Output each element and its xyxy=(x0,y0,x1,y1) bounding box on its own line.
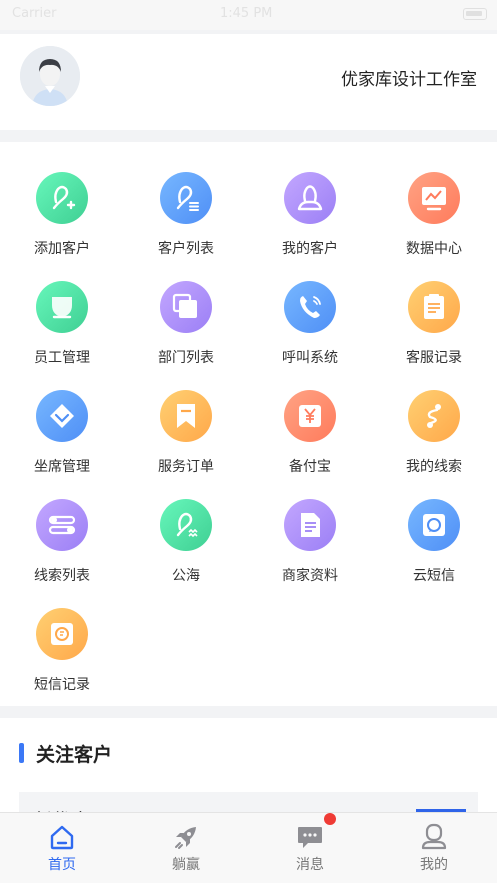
menu-item[interactable]: 部门列表 xyxy=(124,281,248,390)
chat-icon xyxy=(298,827,322,848)
menu-item[interactable]: 公海 xyxy=(124,499,248,608)
tab-messages[interactable]: 消息 xyxy=(248,813,372,883)
copy-icon xyxy=(160,281,212,333)
tab-label: 消息 xyxy=(296,857,324,873)
menu-item[interactable]: 客服记录 xyxy=(372,281,496,390)
switch-icon xyxy=(36,499,88,551)
menu-item[interactable]: 客户列表 xyxy=(124,172,248,281)
menu-item[interactable]: 呼叫系统 xyxy=(248,281,372,390)
customer-list-icon xyxy=(160,172,212,224)
menu-item-label: 服务订单 xyxy=(158,459,214,475)
menu-item-label: 短信记录 xyxy=(34,677,90,693)
menu-item-label: 线索列表 xyxy=(34,568,90,584)
battery-icon xyxy=(463,8,487,20)
studio-name: 优家库设计工作室 xyxy=(341,70,477,90)
status-bar: Carrier 1:45 PM xyxy=(0,0,497,30)
message-icon xyxy=(408,499,460,551)
tab-label: 我的 xyxy=(420,857,448,873)
document-icon xyxy=(284,499,336,551)
menu-item-label: 客服记录 xyxy=(406,350,462,366)
tab-home[interactable]: 首页 xyxy=(0,813,124,883)
menu-item-label: 数据中心 xyxy=(406,241,462,257)
yen-icon xyxy=(284,390,336,442)
bookmark-icon xyxy=(160,390,212,442)
shield-icon xyxy=(36,281,88,333)
avatar[interactable] xyxy=(20,46,80,106)
menu-item-label: 我的客户 xyxy=(282,241,338,257)
menu-item[interactable]: 坐席管理 xyxy=(0,390,124,499)
menu-item[interactable]: 服务订单 xyxy=(124,390,248,499)
section-accent-bar xyxy=(19,743,24,763)
follow-customers-section: 关注客户 任优声 15000722256 xyxy=(0,718,497,832)
carrier-label: Carrier xyxy=(12,6,57,21)
status-time: 1:45 PM xyxy=(220,6,273,21)
menu-item-label: 云短信 xyxy=(413,568,455,584)
section-title: 关注客户 xyxy=(36,744,113,766)
my-customer-icon xyxy=(284,172,336,224)
home-icon xyxy=(50,825,74,850)
phone-icon xyxy=(284,281,336,333)
menu-item-label: 部门列表 xyxy=(158,350,214,366)
unread-badge xyxy=(324,813,336,825)
tab-rocket[interactable]: 躺赢 xyxy=(124,813,248,883)
route-icon xyxy=(408,390,460,442)
feature-grid-card: 添加客户 客户列表 我的客户 数据中心员工管理 部门列表 呼叫系统 客服记录坐席管理 服务订单… xyxy=(0,142,497,706)
tab-label: 首页 xyxy=(48,857,76,873)
profile-icon xyxy=(421,823,447,850)
message-record-icon xyxy=(36,608,88,660)
menu-item-label: 员工管理 xyxy=(34,350,90,366)
menu-item[interactable]: 数据中心 xyxy=(372,172,496,281)
menu-item[interactable]: 线索列表 xyxy=(0,499,124,608)
menu-item[interactable]: 员工管理 xyxy=(0,281,124,390)
menu-item-label: 商家资料 xyxy=(282,568,338,584)
menu-item[interactable]: 商家资料 xyxy=(248,499,372,608)
tab-label: 躺赢 xyxy=(172,857,200,873)
menu-item-label: 呼叫系统 xyxy=(282,350,338,366)
clipboard-icon xyxy=(408,281,460,333)
menu-item-label: 我的线索 xyxy=(406,459,462,475)
menu-item[interactable]: 云短信 xyxy=(372,499,496,608)
tab-bar: 首页 躺赢 消息 我的 xyxy=(0,812,497,883)
sea-user-icon xyxy=(160,499,212,551)
diamond-icon xyxy=(36,390,88,442)
monitor-chart-icon xyxy=(408,172,460,224)
tab-profile[interactable]: 我的 xyxy=(372,813,496,883)
menu-item-label: 备付宝 xyxy=(289,459,331,475)
rocket-icon xyxy=(175,827,196,849)
add-user-icon xyxy=(36,172,88,224)
menu-item[interactable]: 我的线索 xyxy=(372,390,496,499)
menu-item-label: 坐席管理 xyxy=(34,459,90,475)
menu-item-label: 添加客户 xyxy=(34,241,90,257)
menu-item-label: 公海 xyxy=(172,568,200,584)
profile-header: 优家库设计工作室 xyxy=(0,34,497,130)
menu-item[interactable]: 短信记录 xyxy=(0,608,124,717)
menu-item[interactable]: 我的客户 xyxy=(248,172,372,281)
menu-item[interactable]: 备付宝 xyxy=(248,390,372,499)
menu-item[interactable]: 添加客户 xyxy=(0,172,124,281)
menu-item-label: 客户列表 xyxy=(158,241,214,257)
